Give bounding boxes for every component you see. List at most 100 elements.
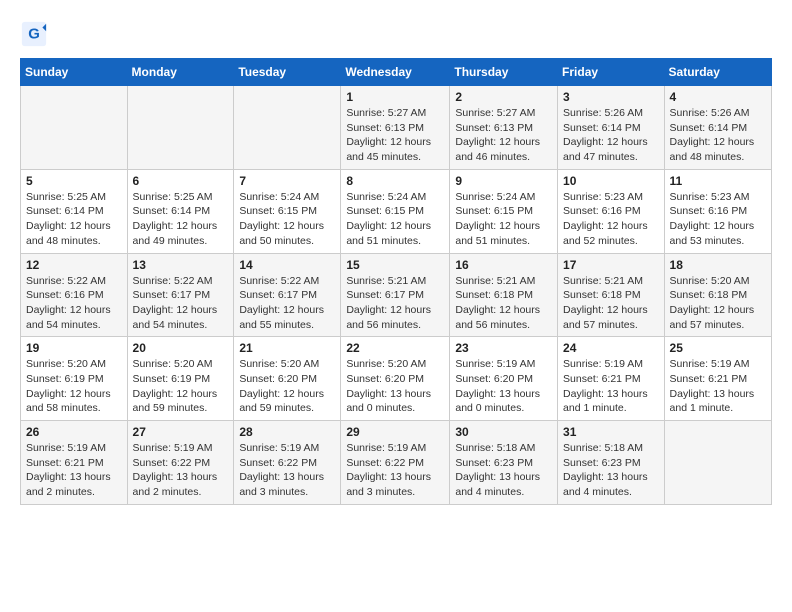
calendar-cell: 8 Sunrise: 5:24 AM Sunset: 6:15 PM Daylig…: [341, 169, 450, 253]
day-number: 4: [670, 90, 766, 104]
calendar-cell: 24Sunrise: 5:19 AM Sunset: 6:21 PM Dayli…: [558, 337, 665, 421]
weekday-header: Sunday: [21, 59, 128, 86]
day-number: 31: [563, 425, 659, 439]
day-info: Sunrise: 5:22 AM Sunset: 6:16 PM Dayligh…: [26, 274, 122, 333]
day-info: Sunrise: 5:24 AM Sunset: 6:15 PM Dayligh…: [346, 190, 444, 249]
day-number: 2: [455, 90, 552, 104]
calendar-cell: 17 Sunrise: 5:21 AM Sunset: 6:18 PM Dayli…: [558, 253, 665, 337]
calendar-cell: 20Sunrise: 5:20 AM Sunset: 6:19 PM Dayli…: [127, 337, 234, 421]
day-info: Sunrise: 5:20 AM Sunset: 6:20 PM Dayligh…: [346, 357, 444, 416]
calendar-cell: [21, 86, 128, 170]
weekday-header-row: SundayMondayTuesdayWednesdayThursdayFrid…: [21, 59, 772, 86]
calendar-cell: 28 Sunrise: 5:19 AM Sunset: 6:22 PM Dayli…: [234, 421, 341, 505]
calendar-cell: [127, 86, 234, 170]
calendar-cell: [234, 86, 341, 170]
day-info: Sunrise: 5:20 AM Sunset: 6:19 PM Dayligh…: [133, 357, 229, 416]
weekday-header: Monday: [127, 59, 234, 86]
day-number: 5: [26, 174, 122, 188]
calendar-cell: 7Sunrise: 5:24 AM Sunset: 6:15 PM Daylig…: [234, 169, 341, 253]
day-number: 27: [133, 425, 229, 439]
day-info: Sunrise: 5:25 AM Sunset: 6:14 PM Dayligh…: [133, 190, 229, 249]
calendar-cell: 26 Sunrise: 5:19 AM Sunset: 6:21 PM Dayli…: [21, 421, 128, 505]
day-number: 23: [455, 341, 552, 355]
calendar-cell: 5 Sunrise: 5:25 AM Sunset: 6:14 PM Daylig…: [21, 169, 128, 253]
calendar-cell: 22 Sunrise: 5:20 AM Sunset: 6:20 PM Dayli…: [341, 337, 450, 421]
weekday-header: Thursday: [450, 59, 558, 86]
day-info: Sunrise: 5:21 AM Sunset: 6:18 PM Dayligh…: [563, 274, 659, 333]
calendar-cell: 3Sunrise: 5:26 AM Sunset: 6:14 PM Daylig…: [558, 86, 665, 170]
calendar-week-row: 12 Sunrise: 5:22 AM Sunset: 6:16 PM Dayli…: [21, 253, 772, 337]
calendar-cell: 18 Sunrise: 5:20 AM Sunset: 6:18 PM Dayli…: [664, 253, 771, 337]
calendar-cell: 4 Sunrise: 5:26 AM Sunset: 6:14 PM Daylig…: [664, 86, 771, 170]
logo: G: [20, 20, 52, 48]
calendar-cell: 15Sunrise: 5:21 AM Sunset: 6:17 PM Dayli…: [341, 253, 450, 337]
weekday-header: Tuesday: [234, 59, 341, 86]
day-info: Sunrise: 5:19 AM Sunset: 6:21 PM Dayligh…: [563, 357, 659, 416]
calendar-week-row: 5 Sunrise: 5:25 AM Sunset: 6:14 PM Daylig…: [21, 169, 772, 253]
day-info: Sunrise: 5:18 AM Sunset: 6:23 PM Dayligh…: [563, 441, 659, 500]
calendar-cell: 12 Sunrise: 5:22 AM Sunset: 6:16 PM Dayli…: [21, 253, 128, 337]
calendar-cell: 27 Sunrise: 5:19 AM Sunset: 6:22 PM Dayli…: [127, 421, 234, 505]
day-info: Sunrise: 5:25 AM Sunset: 6:14 PM Dayligh…: [26, 190, 122, 249]
calendar-week-row: 26 Sunrise: 5:19 AM Sunset: 6:21 PM Dayli…: [21, 421, 772, 505]
day-number: 17: [563, 258, 659, 272]
day-number: 12: [26, 258, 122, 272]
day-number: 19: [26, 341, 122, 355]
day-number: 25: [670, 341, 766, 355]
page-header: G: [20, 20, 772, 48]
calendar-cell: 19 Sunrise: 5:20 AM Sunset: 6:19 PM Dayli…: [21, 337, 128, 421]
calendar-cell: 21Sunrise: 5:20 AM Sunset: 6:20 PM Dayli…: [234, 337, 341, 421]
day-number: 16: [455, 258, 552, 272]
calendar-cell: 14 Sunrise: 5:22 AM Sunset: 6:17 PM Dayli…: [234, 253, 341, 337]
calendar-cell: 23 Sunrise: 5:19 AM Sunset: 6:20 PM Dayli…: [450, 337, 558, 421]
calendar-cell: 6Sunrise: 5:25 AM Sunset: 6:14 PM Daylig…: [127, 169, 234, 253]
day-info: Sunrise: 5:18 AM Sunset: 6:23 PM Dayligh…: [455, 441, 552, 500]
day-number: 8: [346, 174, 444, 188]
day-info: Sunrise: 5:23 AM Sunset: 6:16 PM Dayligh…: [563, 190, 659, 249]
day-info: Sunrise: 5:20 AM Sunset: 6:19 PM Dayligh…: [26, 357, 122, 416]
day-number: 11: [670, 174, 766, 188]
day-info: Sunrise: 5:19 AM Sunset: 6:22 PM Dayligh…: [239, 441, 335, 500]
day-number: 14: [239, 258, 335, 272]
logo-icon: G: [20, 20, 48, 48]
day-number: 10: [563, 174, 659, 188]
day-info: Sunrise: 5:21 AM Sunset: 6:18 PM Dayligh…: [455, 274, 552, 333]
calendar-cell: 10 Sunrise: 5:23 AM Sunset: 6:16 PM Dayli…: [558, 169, 665, 253]
calendar-cell: 9 Sunrise: 5:24 AM Sunset: 6:15 PM Daylig…: [450, 169, 558, 253]
day-info: Sunrise: 5:22 AM Sunset: 6:17 PM Dayligh…: [133, 274, 229, 333]
weekday-header: Friday: [558, 59, 665, 86]
calendar-cell: 30Sunrise: 5:18 AM Sunset: 6:23 PM Dayli…: [450, 421, 558, 505]
day-info: Sunrise: 5:19 AM Sunset: 6:21 PM Dayligh…: [26, 441, 122, 500]
day-info: Sunrise: 5:27 AM Sunset: 6:13 PM Dayligh…: [346, 106, 444, 165]
calendar-cell: 25 Sunrise: 5:19 AM Sunset: 6:21 PM Dayli…: [664, 337, 771, 421]
day-number: 7: [239, 174, 335, 188]
calendar-cell: 1Sunrise: 5:27 AM Sunset: 6:13 PM Daylig…: [341, 86, 450, 170]
day-info: Sunrise: 5:19 AM Sunset: 6:22 PM Dayligh…: [346, 441, 444, 500]
day-number: 18: [670, 258, 766, 272]
day-number: 22: [346, 341, 444, 355]
calendar-cell: [664, 421, 771, 505]
day-info: Sunrise: 5:24 AM Sunset: 6:15 PM Dayligh…: [455, 190, 552, 249]
day-info: Sunrise: 5:22 AM Sunset: 6:17 PM Dayligh…: [239, 274, 335, 333]
svg-text:G: G: [28, 26, 40, 43]
day-number: 29: [346, 425, 444, 439]
day-info: Sunrise: 5:23 AM Sunset: 6:16 PM Dayligh…: [670, 190, 766, 249]
day-info: Sunrise: 5:19 AM Sunset: 6:22 PM Dayligh…: [133, 441, 229, 500]
calendar-table: SundayMondayTuesdayWednesdayThursdayFrid…: [20, 58, 772, 505]
day-number: 26: [26, 425, 122, 439]
day-number: 9: [455, 174, 552, 188]
calendar-cell: 2 Sunrise: 5:27 AM Sunset: 6:13 PM Daylig…: [450, 86, 558, 170]
day-info: Sunrise: 5:19 AM Sunset: 6:20 PM Dayligh…: [455, 357, 552, 416]
day-info: Sunrise: 5:27 AM Sunset: 6:13 PM Dayligh…: [455, 106, 552, 165]
calendar-cell: 29 Sunrise: 5:19 AM Sunset: 6:22 PM Dayli…: [341, 421, 450, 505]
day-info: Sunrise: 5:20 AM Sunset: 6:20 PM Dayligh…: [239, 357, 335, 416]
calendar-cell: 13 Sunrise: 5:22 AM Sunset: 6:17 PM Dayli…: [127, 253, 234, 337]
day-info: Sunrise: 5:20 AM Sunset: 6:18 PM Dayligh…: [670, 274, 766, 333]
day-number: 3: [563, 90, 659, 104]
day-number: 13: [133, 258, 229, 272]
calendar-cell: 11 Sunrise: 5:23 AM Sunset: 6:16 PM Dayli…: [664, 169, 771, 253]
day-info: Sunrise: 5:19 AM Sunset: 6:21 PM Dayligh…: [670, 357, 766, 416]
day-info: Sunrise: 5:26 AM Sunset: 6:14 PM Dayligh…: [670, 106, 766, 165]
calendar-week-row: 1Sunrise: 5:27 AM Sunset: 6:13 PM Daylig…: [21, 86, 772, 170]
day-number: 28: [239, 425, 335, 439]
